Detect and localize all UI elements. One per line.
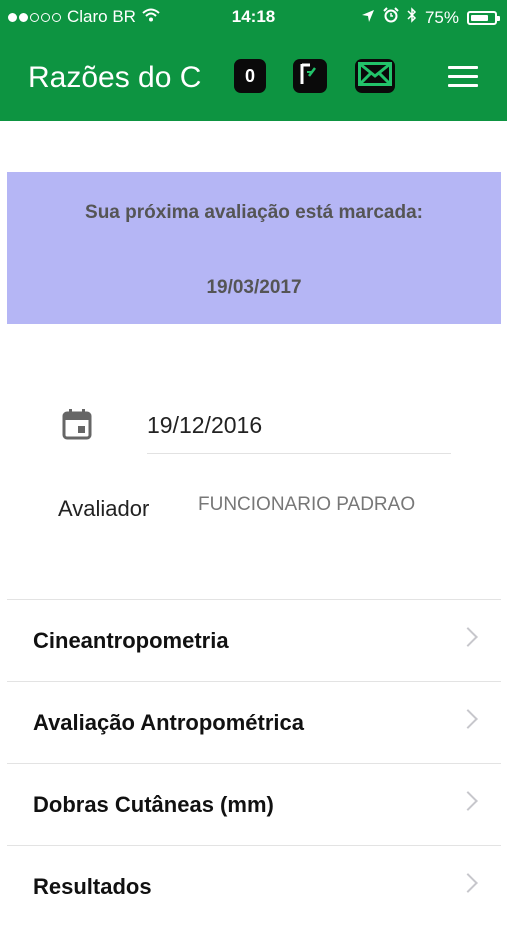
battery-percent: 75% [424, 7, 459, 27]
evaluation-date-input[interactable]: 19/12/2016 [147, 412, 262, 439]
counter-badge-button[interactable]: 0 [234, 59, 266, 93]
evaluation-menu-list: Cineantropometria Avaliação Antropométri… [7, 599, 501, 927]
evaluator-value: FUNCIONARIO PADRAO [198, 494, 416, 515]
menu-item-label: Avaliação Antropométrica [33, 710, 305, 735]
app-header: Razões do C 0 [0, 34, 507, 121]
location-arrow-icon [361, 8, 375, 28]
chevron-right-icon [458, 627, 478, 647]
evaluator-label: Avaliador [58, 496, 150, 521]
status-right: 75% [361, 7, 500, 28]
notice-date: 19/03/2017 [206, 277, 302, 298]
alarm-icon [383, 7, 399, 28]
chevron-right-icon [458, 791, 478, 811]
mail-button[interactable] [355, 59, 395, 93]
calculator-button[interactable] [293, 59, 327, 93]
notice-title: Sua próxima avaliação está marcada: [85, 202, 423, 223]
battery-icon [467, 10, 500, 25]
menu-item-cineantropometria[interactable]: Cineantropometria [7, 599, 501, 681]
next-evaluation-notice: Sua próxima avaliação está marcada: 19/0… [7, 172, 501, 324]
menu-item-avaliacao-antropometrica[interactable]: Avaliação Antropométrica [7, 681, 501, 763]
menu-item-dobras-cutaneas[interactable]: Dobras Cutâneas (mm) [7, 763, 501, 845]
date-input-underline [147, 453, 451, 454]
menu-item-resultados[interactable]: Resultados [7, 845, 501, 927]
app-title: Razões do C [28, 61, 202, 94]
menu-item-label: Resultados [33, 874, 152, 899]
menu-item-label: Dobras Cutâneas (mm) [33, 792, 274, 817]
mail-icon [358, 61, 392, 91]
status-bar: Claro BR 14:18 75% [0, 0, 507, 34]
chevron-right-icon [458, 873, 478, 893]
bluetooth-icon [407, 7, 417, 28]
calculator-icon [299, 62, 321, 91]
hamburger-menu-icon[interactable] [448, 66, 478, 88]
battery-level-fill [471, 14, 488, 21]
menu-item-label: Cineantropometria [33, 628, 229, 653]
calendar-icon[interactable] [62, 408, 92, 445]
chevron-right-icon [458, 709, 478, 729]
